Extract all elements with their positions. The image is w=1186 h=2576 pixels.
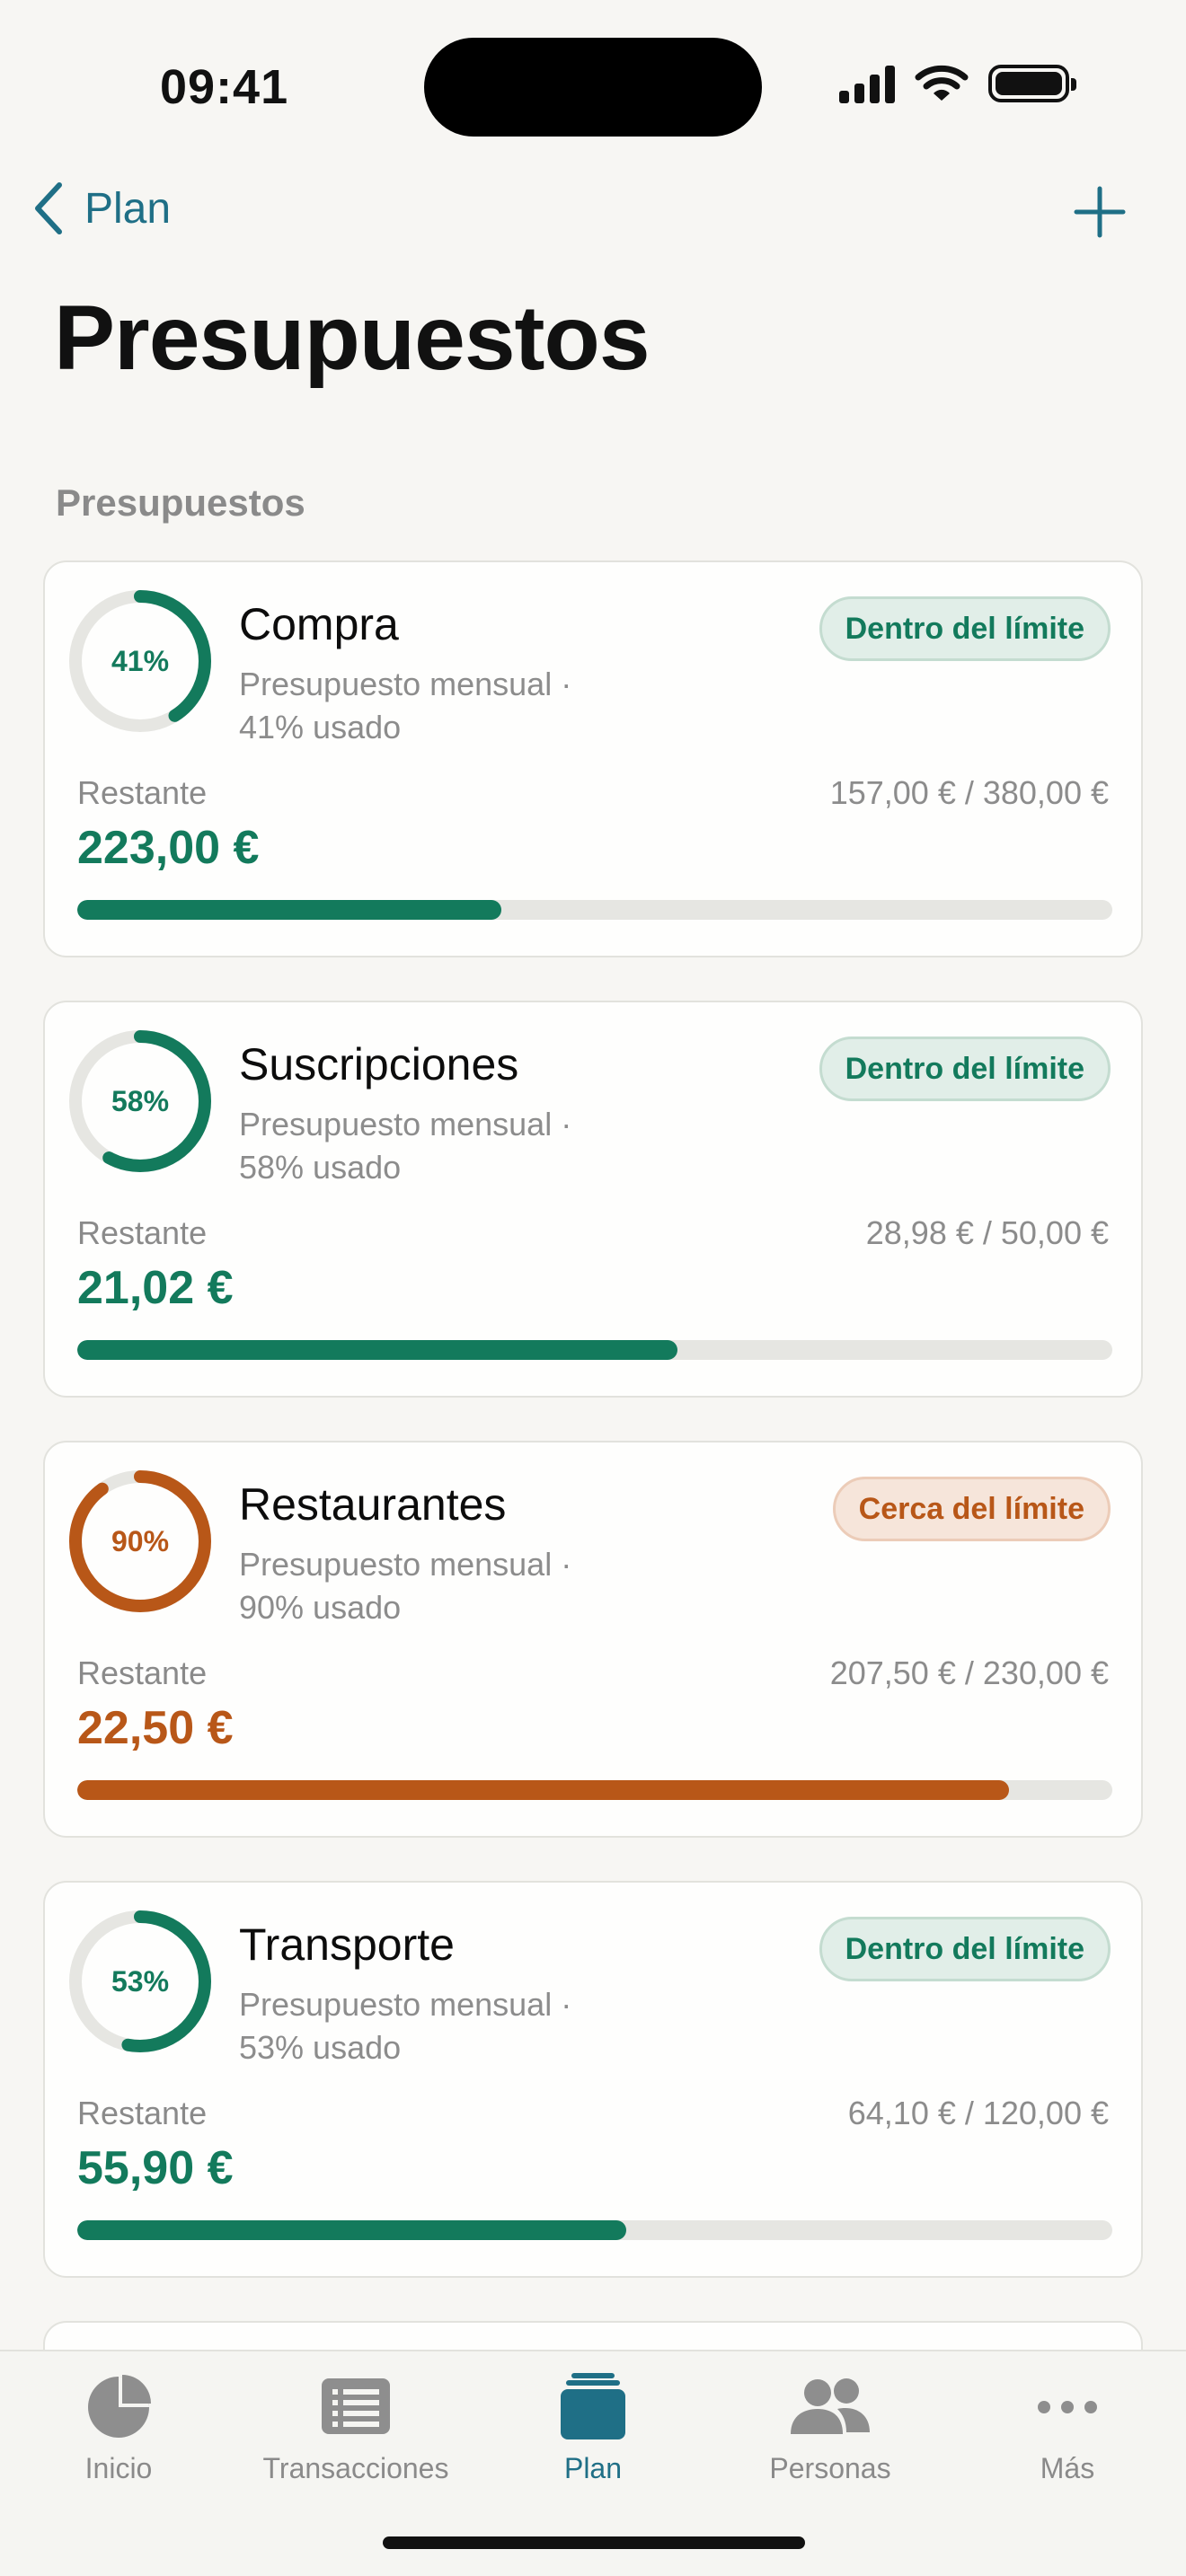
battery-icon (988, 65, 1076, 102)
progress-bar (77, 900, 1112, 920)
pie-chart-icon (88, 2375, 151, 2438)
remaining-label: Restante (77, 2095, 208, 2131)
tab-label: Más (1040, 2452, 1095, 2484)
tab-plan[interactable]: Plan (474, 2369, 712, 2504)
status-badge: Dentro del límite (819, 596, 1111, 661)
section-header: Presupuestos (56, 481, 305, 524)
budget-card[interactable]: 53% Transporte Presupuesto mensual · 53% us… (43, 1881, 1143, 2278)
budget-name: Suscripciones (239, 1039, 519, 1090)
tab-label: Plan (563, 2452, 623, 2484)
usage-percent: 41% (111, 644, 170, 677)
budget-period-label: Presupuesto mensual · (239, 1106, 572, 1142)
budget-period: Presupuesto mensual · 53% usado (239, 1983, 706, 2069)
tab-label: Inicio (84, 2452, 153, 2484)
progress-bar (77, 2220, 1112, 2240)
budget-period: Presupuesto mensual · 90% usado (239, 1543, 706, 1629)
remaining-amount: 21,02 € (77, 1262, 234, 1314)
cellular-signal-icon (839, 64, 895, 103)
page-title: Presupuestos (54, 287, 651, 389)
remaining-amount: 223,00 € (77, 822, 260, 874)
budget-used-text: 41% usado (239, 709, 402, 745)
back-button[interactable]: Plan (31, 180, 171, 237)
progress-bar-fill (77, 900, 502, 920)
progress-bar-fill (77, 2220, 626, 2240)
budget-used-text: 90% usado (239, 1589, 402, 1626)
add-budget-button[interactable] (1073, 185, 1127, 239)
budget-card[interactable]: 90% Restaurantes Presupuesto mensual · 90% … (43, 1441, 1143, 1838)
remaining-label: Restante (77, 1654, 208, 1691)
budget-used-text: 53% usado (239, 2029, 402, 2066)
budget-period-label: Presupuesto mensual · (239, 1986, 572, 2023)
status-time: 09:41 (160, 60, 289, 114)
budget-name: Compra (239, 599, 399, 649)
progress-bar-fill (77, 1340, 678, 1360)
spent-of-total: 157,00 € / 380,00 € (829, 774, 1109, 811)
remaining-label: Restante (77, 774, 208, 811)
list-icon (322, 2378, 390, 2434)
budget-name: Transporte (239, 1919, 455, 1970)
tab-transacciones[interactable]: Transacciones (237, 2369, 474, 2504)
progress-bar (77, 1780, 1112, 1800)
back-button-label: Plan (84, 184, 172, 233)
budget-used-text: 58% usado (239, 1149, 402, 1186)
tab-label: Transacciones (262, 2452, 449, 2484)
progress-bar (77, 1340, 1112, 1360)
home-indicator (383, 2536, 805, 2549)
budget-card[interactable]: 41% Compra Presupuesto mensual · 41% usado D… (43, 560, 1143, 957)
status-badge: Cerca del límite (832, 1477, 1111, 1541)
spent-of-total: 207,50 € / 230,00 € (829, 1654, 1109, 1691)
more-icon (1038, 2401, 1097, 2413)
dynamic-island (424, 38, 762, 137)
wifi-icon (915, 65, 969, 101)
plus-icon (1074, 186, 1126, 238)
folder-icon (561, 2373, 625, 2439)
progress-bar-fill (77, 1780, 1009, 1800)
remaining-amount: 22,50 € (77, 1702, 234, 1754)
budget-period-label: Presupuesto mensual · (239, 1546, 572, 1583)
remaining-label: Restante (77, 1214, 208, 1251)
usage-percent: 90% (111, 1524, 170, 1557)
budget-period-label: Presupuesto mensual · (239, 666, 572, 702)
people-icon (791, 2378, 870, 2434)
usage-percent: 58% (111, 1084, 170, 1117)
screen: 09:41 Plan Presupuestos Presupuestos 41%… (0, 0, 1186, 2576)
tab-personas[interactable]: Personas (712, 2369, 949, 2504)
budget-name: Restaurantes (239, 1479, 507, 1530)
spent-of-total: 64,10 € / 120,00 € (847, 2095, 1109, 2131)
spent-of-total: 28,98 € / 50,00 € (865, 1214, 1109, 1251)
status-icons (839, 63, 1076, 104)
tab-mas[interactable]: Más (949, 2369, 1186, 2504)
usage-percent: 53% (111, 1964, 170, 1998)
budget-period: Presupuesto mensual · 41% usado (239, 663, 706, 749)
tab-label: Personas (769, 2452, 891, 2484)
status-badge: Dentro del límite (819, 1037, 1111, 1101)
budget-card[interactable]: 58% Suscripciones Presupuesto mensual · 58%… (43, 1001, 1143, 1398)
remaining-amount: 55,90 € (77, 2142, 234, 2194)
budget-period: Presupuesto mensual · 58% usado (239, 1103, 706, 1189)
chevron-left-icon (35, 182, 62, 234)
status-badge: Dentro del límite (819, 1917, 1111, 1981)
tab-inicio[interactable]: Inicio (0, 2369, 237, 2504)
